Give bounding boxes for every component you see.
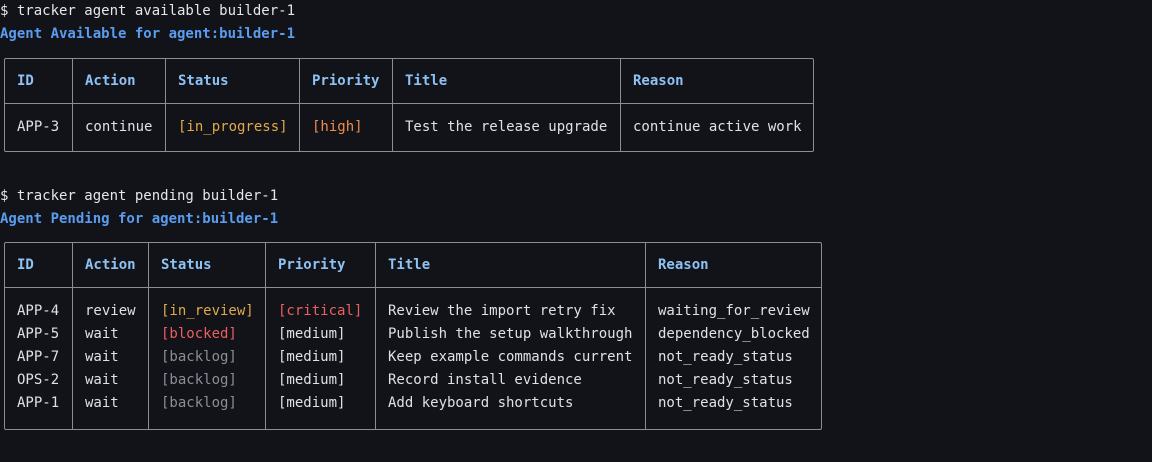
col-header-action: Action	[85, 73, 136, 89]
cell-title: Publish the setup walkthrough	[388, 326, 633, 342]
status-badge: [backlog]	[161, 395, 237, 411]
command-line-available: $ tracker agent available builder-1	[0, 3, 296, 19]
col-header-priority: Priority	[312, 73, 380, 89]
status-badge: [in_review]	[161, 303, 254, 319]
cell-action: wait	[85, 349, 119, 365]
col-header-status: Status	[178, 73, 229, 89]
cell-reason: not_ready_status	[658, 395, 793, 411]
cell-action: continue	[85, 119, 153, 135]
col-header-id: ID	[17, 73, 34, 89]
table-available: ID Action Status Priority Title Reason A…	[4, 58, 814, 152]
column-divider	[265, 243, 266, 429]
priority-badge: [medium]	[278, 349, 346, 365]
column-divider	[620, 59, 621, 151]
status-badge: [backlog]	[161, 372, 237, 388]
cell-title: Keep example commands current	[388, 349, 633, 365]
column-divider	[148, 243, 149, 429]
cell-id: APP-1	[17, 395, 60, 411]
cell-reason: continue active work	[633, 119, 802, 135]
status-badge: [backlog]	[161, 349, 237, 365]
col-header-id: ID	[17, 257, 34, 273]
cell-title: Record install evidence	[388, 372, 582, 388]
heading-pending: Agent Pending for agent:builder-1	[0, 211, 279, 227]
priority-badge: [medium]	[278, 395, 346, 411]
col-header-priority: Priority	[278, 257, 346, 273]
cell-action: wait	[85, 372, 119, 388]
cell-reason: not_ready_status	[658, 372, 793, 388]
priority-badge: [critical]	[278, 303, 363, 319]
column-divider	[72, 59, 73, 151]
col-header-title: Title	[388, 257, 431, 273]
cell-id: OPS-2	[17, 372, 60, 388]
cell-action: wait	[85, 326, 119, 342]
cell-id: APP-4	[17, 303, 60, 319]
heading-available: Agent Available for agent:builder-1	[0, 26, 296, 42]
cell-title: Test the release upgrade	[405, 119, 608, 135]
cell-action: review	[85, 303, 136, 319]
cell-reason: dependency_blocked	[658, 326, 810, 342]
cell-id: APP-5	[17, 326, 60, 342]
col-header-title: Title	[405, 73, 448, 89]
cell-action: wait	[85, 395, 119, 411]
priority-badge: [high]	[312, 119, 363, 135]
status-badge: [blocked]	[161, 326, 237, 342]
status-badge: [in_progress]	[178, 119, 288, 135]
command-line-pending: $ tracker agent pending builder-1	[0, 188, 279, 204]
header-divider	[5, 287, 821, 288]
priority-badge: [medium]	[278, 372, 346, 388]
col-header-reason: Reason	[633, 73, 684, 89]
column-divider	[299, 59, 300, 151]
column-divider	[392, 59, 393, 151]
priority-badge: [medium]	[278, 326, 346, 342]
column-divider	[645, 243, 646, 429]
cell-reason: not_ready_status	[658, 349, 793, 365]
cell-reason: waiting_for_review	[658, 303, 810, 319]
column-divider	[72, 243, 73, 429]
table-pending: ID Action Status Priority Title Reason A…	[4, 242, 822, 430]
col-header-reason: Reason	[658, 257, 709, 273]
column-divider	[375, 243, 376, 429]
cell-id: APP-3	[17, 119, 60, 135]
cell-id: APP-7	[17, 349, 60, 365]
cell-title: Review the import retry fix	[388, 303, 616, 319]
col-header-action: Action	[85, 257, 136, 273]
cell-title: Add keyboard shortcuts	[388, 395, 574, 411]
column-divider	[165, 59, 166, 151]
header-divider	[5, 103, 813, 104]
col-header-status: Status	[161, 257, 212, 273]
